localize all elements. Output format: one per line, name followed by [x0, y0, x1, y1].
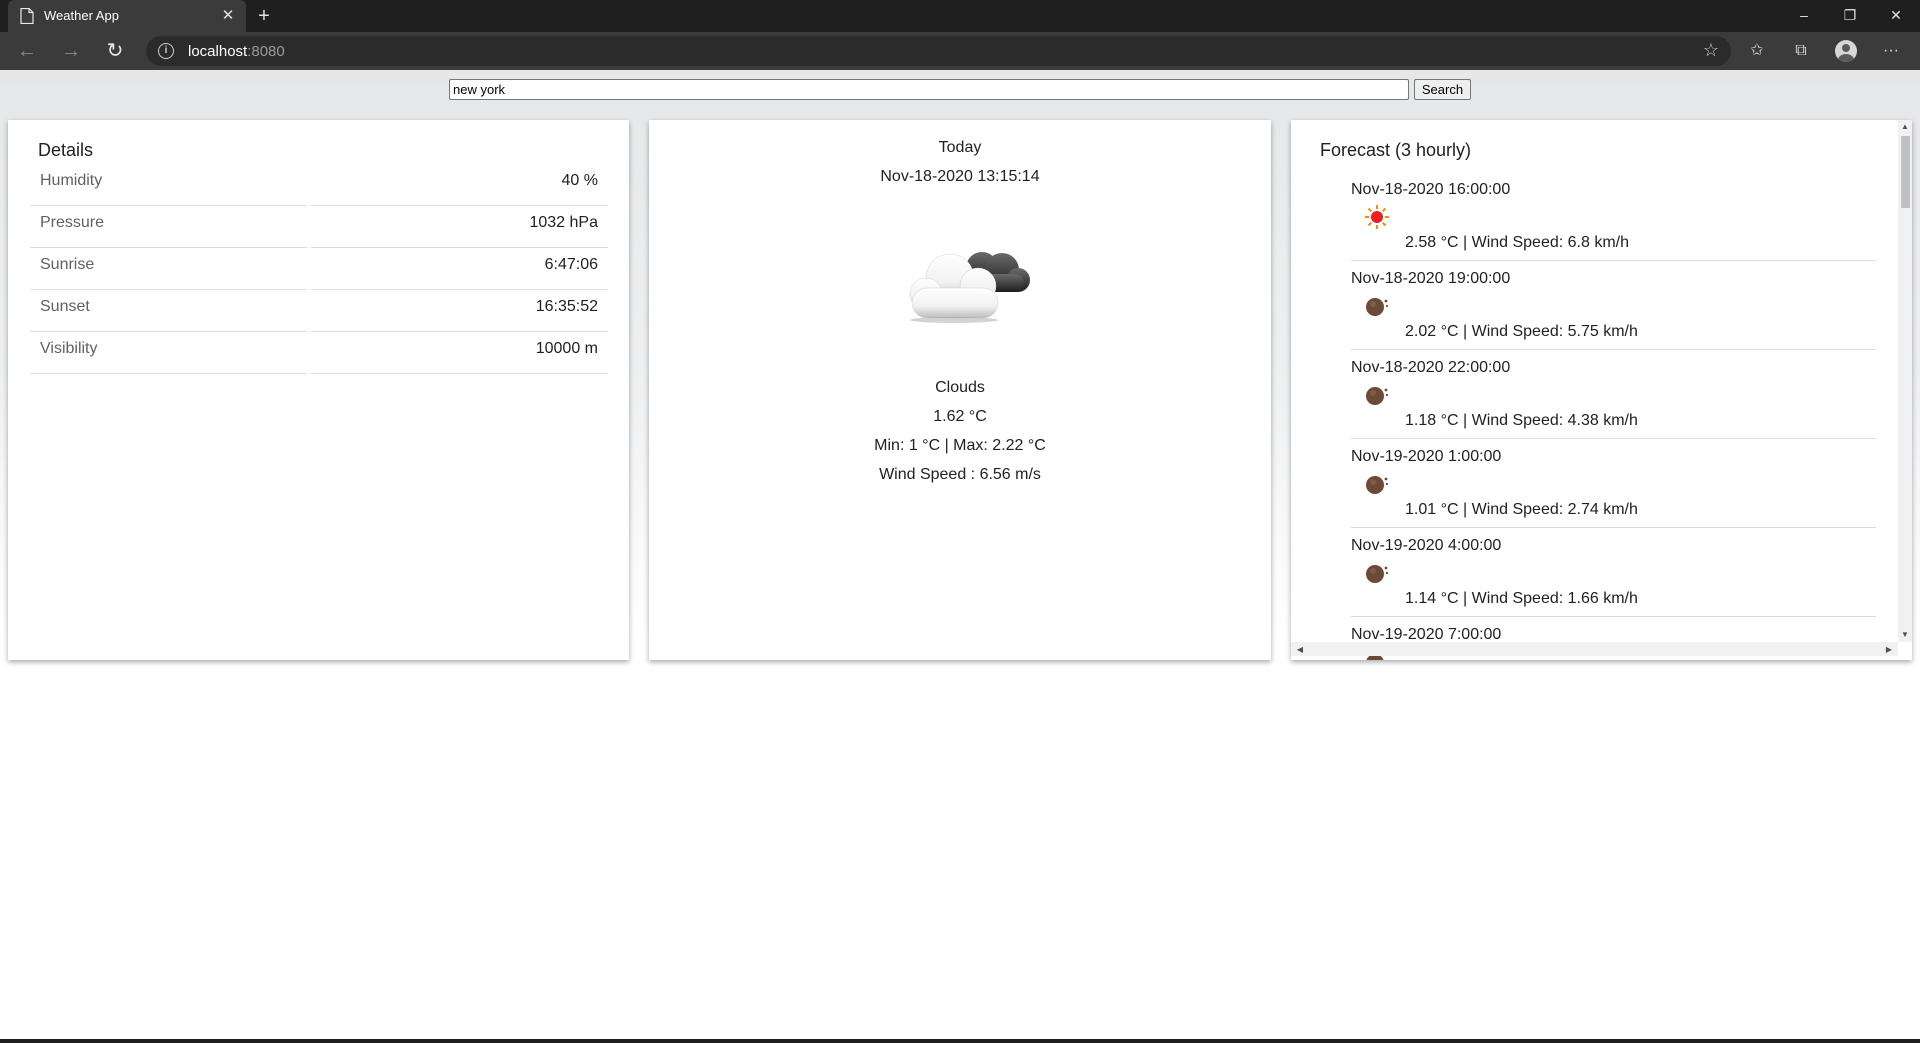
forecast-description: 1.18 °C | Wind Speed: 4.38 km/h [1405, 412, 1638, 429]
detail-row-sunset: Sunset 16:35:52 [30, 290, 608, 332]
search-input[interactable] [449, 79, 1409, 100]
moon-icon [1366, 565, 1389, 583]
vertical-scrollbar[interactable]: ▲ ▼ [1898, 120, 1912, 642]
site-info-icon[interactable]: i [158, 43, 174, 59]
scroll-left-icon[interactable]: ◀ [1293, 645, 1307, 654]
more-menu-icon[interactable]: ··· [1880, 40, 1902, 62]
today-temperature: 1.62 °C [933, 408, 987, 425]
details-title: Details [38, 140, 94, 160]
horizontal-scrollbar[interactable]: ◀ ▶ [1291, 642, 1898, 656]
page-content: Search Details Humidity 40 % Pressure 10… [0, 70, 1920, 1040]
detail-value: 6:47:06 [311, 248, 608, 290]
detail-row-sunrise: Sunrise 6:47:06 [30, 248, 608, 290]
detail-value: 10000 m [311, 332, 608, 374]
back-icon[interactable]: ← [14, 39, 40, 63]
browser-tab-bar: Weather App ✕ + – ❐ ✕ [0, 0, 1920, 32]
moon-icon [1366, 387, 1389, 405]
detail-label: Sunrise [30, 248, 307, 290]
details-card: Details Humidity 40 % Pressure 1032 hPa … [8, 120, 629, 660]
scroll-up-icon[interactable]: ▲ [1898, 122, 1912, 131]
forecast-time: Nov-18-2020 16:00:00 [1351, 181, 1511, 198]
reload-icon[interactable]: ↻ [102, 39, 128, 63]
minimize-icon[interactable]: – [1781, 0, 1827, 32]
today-min-max: Min: 1 °C | Max: 2.22 °C [874, 437, 1046, 454]
forecast-card: Forecast (3 hourly) Nov-18-2020 16:00:00… [1291, 120, 1912, 660]
forecast-description: 2.02 °C | Wind Speed: 5.75 km/h [1405, 323, 1638, 340]
address-bar[interactable]: i localhost:8080 ☆ [146, 36, 1731, 66]
forecast-item: Nov-18-2020 16:00:00 2.58 °C | Wind Spee… [1351, 172, 1876, 261]
detail-label: Visibility [30, 332, 307, 374]
forward-icon[interactable]: → [58, 39, 84, 63]
page-icon [20, 8, 34, 24]
forecast-item: Nov-19-2020 4:00:00 1.14 °C | Wind Speed… [1351, 528, 1876, 617]
moon-icon [1366, 476, 1389, 494]
detail-row-humidity: Humidity 40 % [30, 164, 608, 206]
detail-label: Sunset [30, 290, 307, 332]
today-wind-speed: Wind Speed : 6.56 m/s [879, 466, 1041, 483]
sun-icon [1365, 205, 1389, 229]
forecast-description: 1.14 °C | Wind Speed: 1.66 km/h [1405, 590, 1638, 607]
profile-avatar-icon[interactable] [1835, 40, 1857, 62]
forecast-description: 2.58 °C | Wind Speed: 6.8 km/h [1405, 234, 1629, 251]
detail-label: Pressure [30, 206, 307, 248]
scroll-down-icon[interactable]: ▼ [1898, 630, 1912, 639]
collections-icon[interactable]: ⧉ [1790, 40, 1812, 62]
taskbar-edge [0, 1039, 1920, 1043]
forecast-item: Nov-18-2020 22:00:00 1.18 °C | Wind Spee… [1351, 350, 1876, 439]
forecast-time: Nov-19-2020 1:00:00 [1351, 448, 1502, 465]
forecast-description: 1.01 °C | Wind Speed: 2.74 km/h [1405, 501, 1638, 518]
today-card: Today Nov-18-2020 13:15:14 Clouds 1.62 °… [649, 120, 1271, 660]
favorites-icon[interactable]: ✩ [1746, 40, 1768, 62]
forecast-item: Nov-19-2020 1:00:00 1.01 °C | Wind Speed… [1351, 439, 1876, 528]
browser-toolbar: ← → ↻ i localhost:8080 ☆ ✩ ⧉ ··· [0, 32, 1920, 70]
tab-title: Weather App [44, 8, 119, 23]
forecast-time: Nov-18-2020 19:00:00 [1351, 270, 1511, 287]
detail-label: Humidity [30, 164, 307, 206]
detail-row-visibility: Visibility 10000 m [30, 332, 608, 374]
forecast-time: Nov-19-2020 4:00:00 [1351, 537, 1502, 554]
detail-value: 40 % [311, 164, 608, 206]
scrollbar-thumb[interactable] [1901, 136, 1910, 208]
window-close-icon[interactable]: ✕ [1873, 0, 1919, 32]
today-condition: Clouds [935, 379, 985, 396]
new-tab-icon[interactable]: + [253, 5, 275, 27]
today-datetime: Nov-18-2020 13:15:14 [880, 168, 1040, 185]
today-heading: Today [938, 139, 982, 156]
search-button[interactable]: Search [1414, 79, 1471, 100]
moon-icon [1366, 298, 1389, 316]
browser-tab[interactable]: Weather App ✕ [8, 0, 246, 32]
forecast-item: Nov-18-2020 19:00:00 2.02 °C | Wind Spee… [1351, 261, 1876, 350]
restore-icon[interactable]: ❐ [1827, 0, 1873, 32]
detail-row-pressure: Pressure 1032 hPa [30, 206, 608, 248]
scroll-right-icon[interactable]: ▶ [1882, 645, 1896, 654]
detail-value: 16:35:52 [311, 290, 608, 332]
tab-close-icon[interactable]: ✕ [218, 6, 238, 26]
address-url: localhost:8080 [188, 43, 285, 60]
forecast-list[interactable]: Nov-18-2020 16:00:00 2.58 °C | Wind Spee… [1291, 120, 1898, 660]
cloud-icon [909, 252, 1030, 323]
favorite-star-icon[interactable]: ☆ [1703, 40, 1719, 61]
detail-value: 1032 hPa [311, 206, 608, 248]
forecast-time: Nov-18-2020 22:00:00 [1351, 359, 1511, 376]
